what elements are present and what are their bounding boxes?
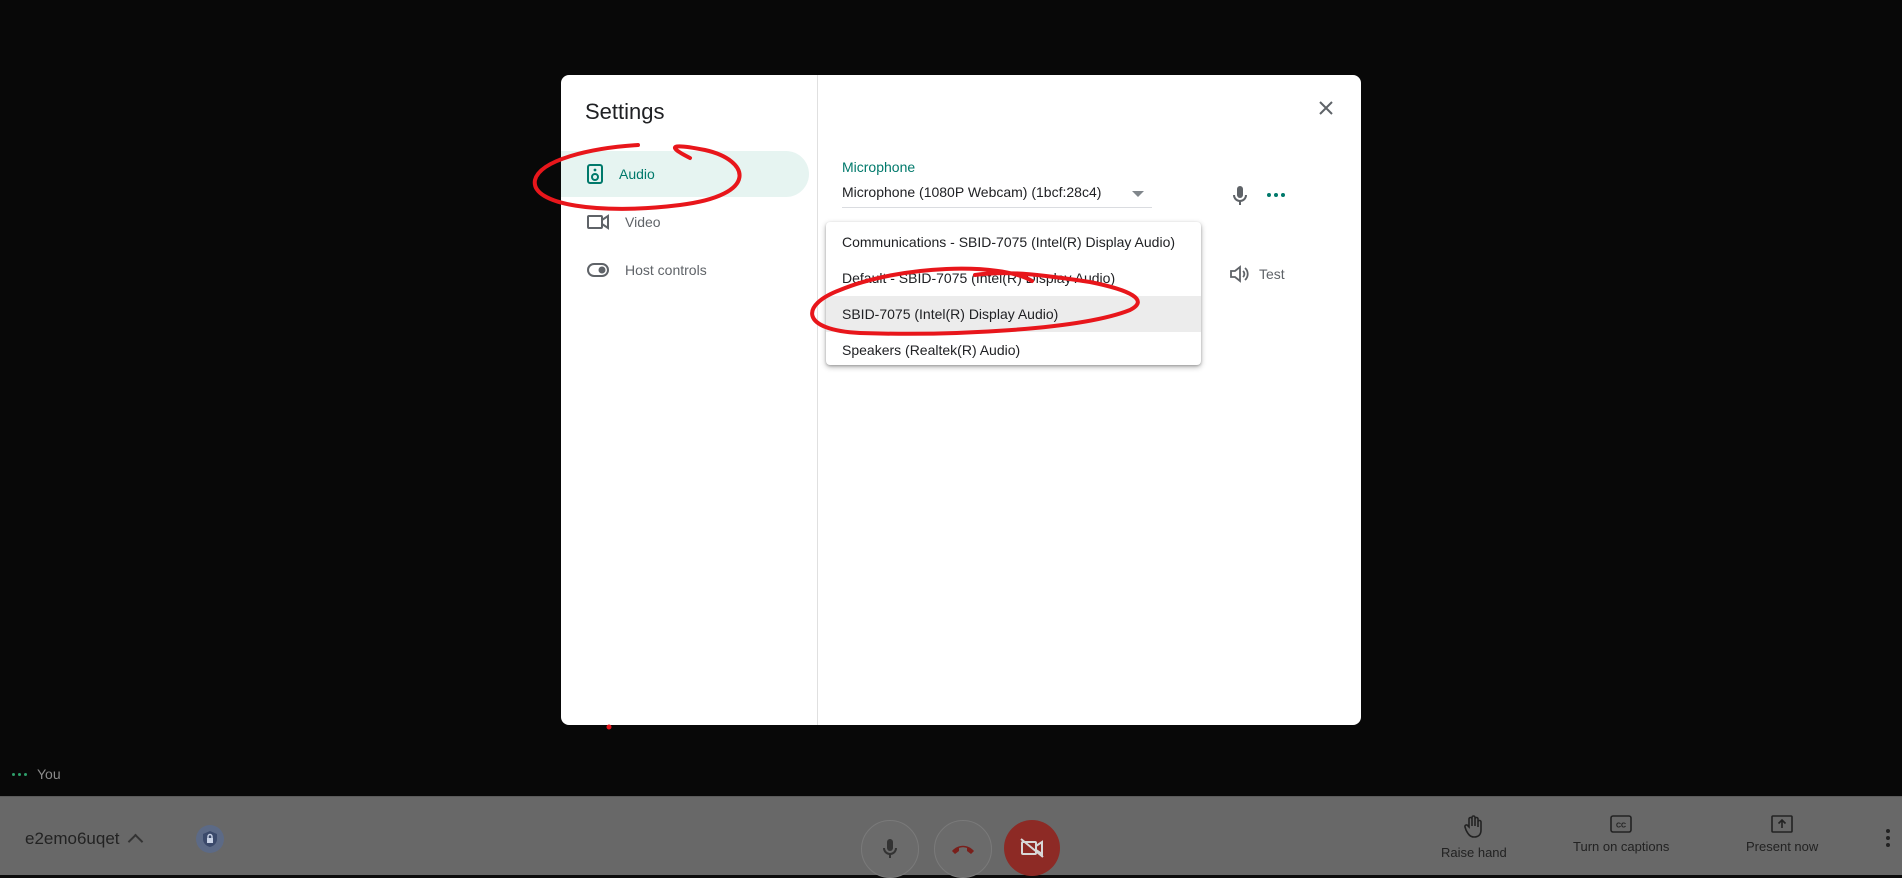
leave-call-button[interactable] — [934, 820, 992, 878]
hand-icon — [1464, 815, 1482, 838]
nav-item-video[interactable]: Video — [561, 199, 809, 245]
more-horiz-icon[interactable] — [1267, 193, 1285, 197]
mic-icon — [883, 839, 897, 858]
hang-up-icon — [952, 845, 974, 854]
dropdown-arrow-icon — [1132, 191, 1144, 197]
self-name: You — [37, 766, 61, 782]
menu-option[interactable]: Default - SBID-7075 (Intel(R) Display Au… — [826, 260, 1201, 296]
self-tile-label: You — [12, 766, 61, 782]
nav-item-label: Audio — [619, 166, 655, 182]
settings-nav: Settings Audio Video Host controls — [561, 75, 818, 725]
raise-hand-label: Raise hand — [1441, 845, 1507, 860]
control-bar: e2emo6uqet Raise hand CC Turn on caption… — [0, 796, 1902, 878]
toggle-icon — [587, 263, 609, 277]
microphone-select[interactable]: Microphone (1080P Webcam) (1bcf:28c4) — [842, 181, 1152, 208]
settings-dialog: Settings Audio Video Host controls Micro… — [561, 75, 1361, 725]
raise-hand-button[interactable]: Raise hand — [1441, 815, 1507, 860]
speaker-icon — [587, 164, 603, 184]
close-icon — [1319, 101, 1333, 115]
meeting-code: e2emo6uqet — [25, 829, 120, 848]
nav-item-label: Video — [625, 214, 661, 230]
microphone-selected-value: Microphone (1080P Webcam) (1bcf:28c4) — [842, 184, 1102, 200]
microphone-options-menu: Communications - SBID-7075 (Intel(R) Dis… — [826, 222, 1201, 365]
closed-captions-icon: CC — [1610, 815, 1632, 833]
nav-item-label: Host controls — [625, 262, 707, 278]
speaker-test-button[interactable]: Test — [1229, 265, 1285, 283]
svg-text:CC: CC — [1616, 823, 1626, 830]
more-options-icon[interactable] — [1886, 829, 1890, 847]
menu-option[interactable]: Communications - SBID-7075 (Intel(R) Dis… — [826, 224, 1201, 260]
security-shield-icon[interactable] — [196, 825, 224, 853]
volume-icon — [1230, 265, 1249, 283]
microphone-label: Microphone — [842, 159, 916, 175]
close-button[interactable] — [1313, 95, 1339, 121]
nav-item-host-controls[interactable]: Host controls — [561, 247, 809, 293]
menu-option[interactable]: Speakers (Realtek(R) Audio) — [826, 332, 1201, 368]
present-screen-icon — [1771, 815, 1793, 833]
test-label: Test — [1259, 266, 1285, 282]
menu-option-highlighted[interactable]: SBID-7075 (Intel(R) Display Audio) — [826, 296, 1201, 332]
mic-level-icon — [1231, 185, 1249, 212]
captions-label: Turn on captions — [1573, 839, 1670, 854]
chevron-up-icon — [127, 833, 143, 850]
mic-toggle-button[interactable] — [861, 820, 919, 878]
dialog-title: Settings — [585, 99, 665, 124]
audio-activity-icon — [12, 772, 27, 776]
camera-toggle-button[interactable] — [1004, 820, 1060, 876]
meeting-details-button[interactable]: e2emo6uqet — [25, 829, 143, 850]
videocam-icon — [587, 214, 609, 230]
present-button[interactable]: Present now — [1746, 815, 1818, 854]
present-label: Present now — [1746, 839, 1819, 854]
camera-off-icon — [1020, 838, 1044, 858]
captions-button[interactable]: CC Turn on captions — [1573, 815, 1669, 854]
nav-item-audio[interactable]: Audio — [561, 151, 809, 197]
